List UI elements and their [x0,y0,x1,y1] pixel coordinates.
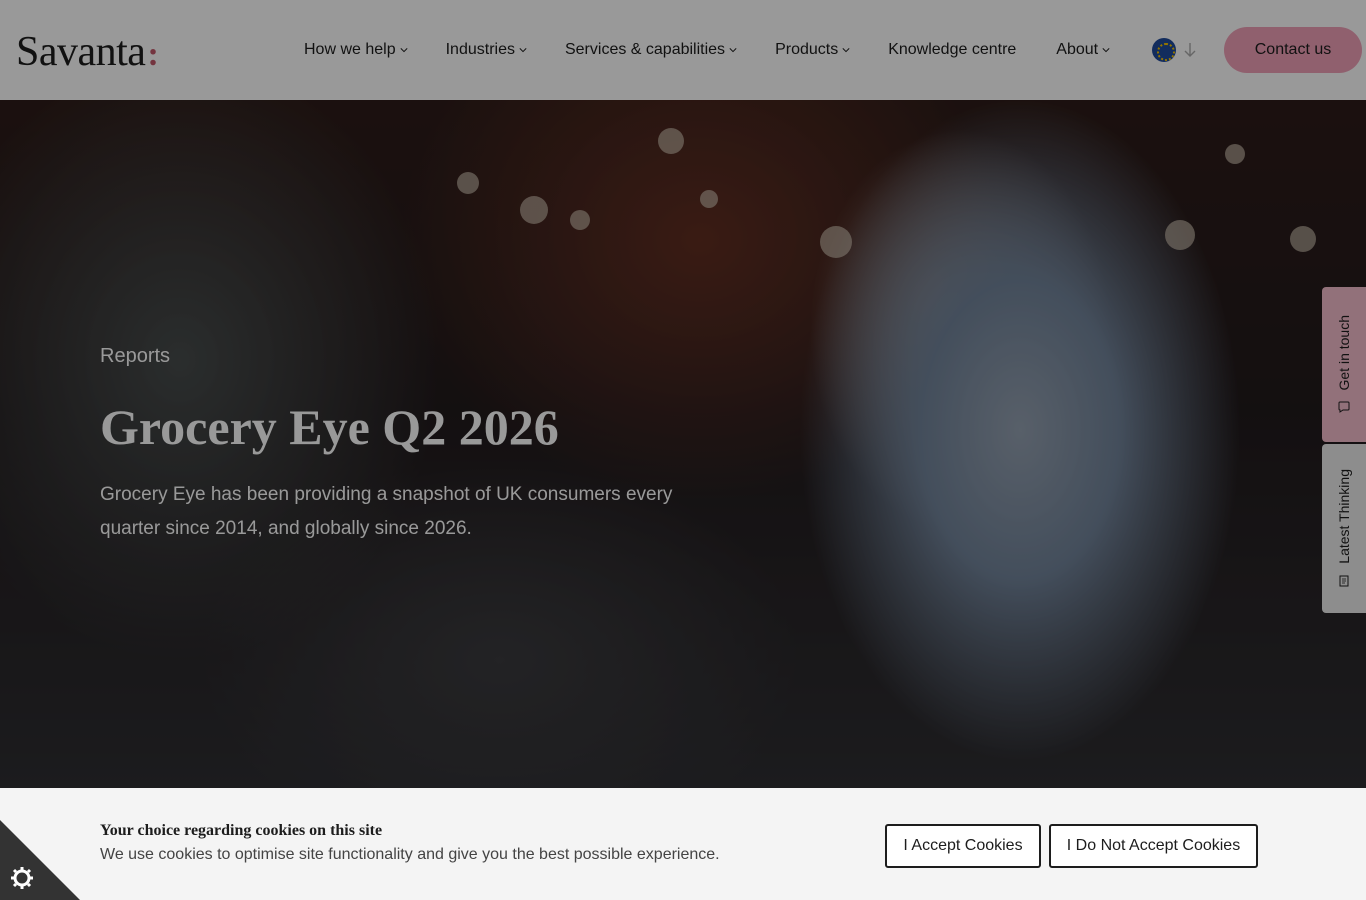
nav-label: Services & capabilities [564,41,726,58]
decline-cookies-button[interactable]: I Do Not Accept Cookies [1049,824,1258,868]
chevron-down-icon [729,48,737,53]
page-subtitle: Grocery Eye has been providing a snapsho… [100,484,673,539]
chevron-down-icon [1102,48,1110,53]
chevron-down-icon [400,48,408,53]
nav-about[interactable]: About [1056,41,1110,59]
cookie-title: Your choice regarding cookies on this si… [100,822,383,839]
chat-icon [1338,401,1350,414]
site-header: Savanta: How we help Industries Services… [0,0,1366,100]
eu-flag-icon [1152,38,1176,62]
contact-us-button[interactable]: Contact us [1224,27,1362,73]
tab-label: Latest Thinking [1336,469,1352,564]
nav-knowledge-centre[interactable]: Knowledge centre [888,41,1016,59]
accept-cookies-button[interactable]: I Accept Cookies [885,824,1041,868]
cookie-settings-icon[interactable] [0,820,80,900]
latest-thinking-tab[interactable]: Latest Thinking [1322,444,1366,613]
nav-products[interactable]: Products [775,41,850,59]
nav-services-capabilities[interactable]: Services & capabilities [565,41,737,59]
nav-label: Products [775,41,839,58]
get-in-touch-tab[interactable]: Get in touch [1322,287,1366,442]
nav-how-we-help[interactable]: How we help [304,41,408,59]
savanta-logo[interactable]: Savanta: [16,28,159,76]
hero-content: Reports Grocery Eye Q2 2026 Grocery Eye … [100,345,700,546]
document-icon [1339,575,1349,587]
nav-industries[interactable]: Industries [446,41,527,59]
arrow-down-icon [1184,43,1196,57]
chevron-down-icon [842,48,850,53]
logo-text: Savanta [16,29,146,75]
nav-label: Knowledge centre [888,41,1017,58]
cookie-description: We use cookies to optimise site function… [100,846,720,863]
nav-label: About [1056,41,1099,58]
chevron-down-icon [519,48,527,53]
tab-label: Get in touch [1336,314,1352,391]
main-nav: How we help Industries Services & capabi… [304,0,1148,100]
page-title: Grocery Eye Q2 2026 [100,399,559,455]
hero-banner: Reports Grocery Eye Q2 2026 Grocery Eye … [0,100,1366,790]
logo-colon: : [147,36,159,73]
content-category: Reports [100,345,171,367]
nav-label: Industries [445,41,515,58]
region-selector[interactable] [1152,38,1198,62]
cookie-consent-bar: Your choice regarding cookies on this si… [0,788,1366,900]
nav-label: How we help [304,41,396,58]
